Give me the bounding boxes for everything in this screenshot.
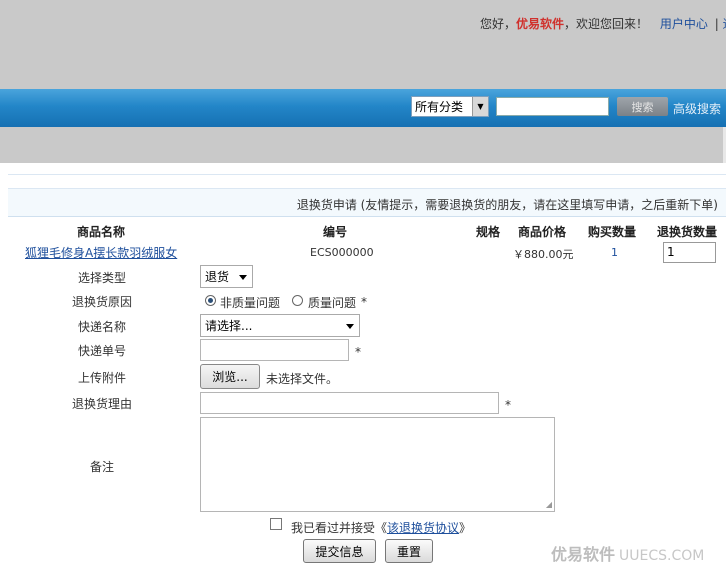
- tracking-input[interactable]: [200, 339, 349, 361]
- search-button[interactable]: 搜索: [617, 97, 668, 116]
- remark-label: 备注: [89, 460, 114, 474]
- agreement-link[interactable]: 该退换货协议: [387, 521, 459, 535]
- express-select[interactable]: 请选择...: [200, 314, 360, 337]
- required-mark: *: [505, 398, 511, 412]
- watermark-text: 优易软件: [551, 545, 616, 564]
- chevron-down-icon: [346, 323, 354, 329]
- category-select[interactable]: 所有分类 ▼: [411, 96, 489, 117]
- brand-name: 优易软件: [516, 17, 565, 31]
- chevron-down-icon: ▼: [472, 97, 488, 116]
- header-product-name: 商品名称: [77, 225, 126, 239]
- no-file-text: 未选择文件。: [266, 372, 339, 386]
- reason-text-label: 退换货理由: [71, 397, 132, 411]
- browse-button[interactable]: 浏览...: [200, 364, 260, 389]
- header-spec: 规格: [476, 225, 501, 239]
- agree-text: 我已看过并接受《该退换货协议》: [291, 519, 471, 536]
- type-label: 选择类型: [77, 271, 126, 285]
- nav-band: [0, 127, 726, 163]
- required-mark: *: [361, 295, 367, 309]
- header-separator: |: [714, 17, 719, 31]
- chevron-down-icon: [239, 274, 247, 280]
- search-input[interactable]: [496, 97, 609, 116]
- radio-non-quality-label: 非质量问题: [220, 296, 281, 310]
- express-label: 快递名称: [77, 320, 126, 334]
- watermark-domain: UUECS.COM: [619, 548, 705, 564]
- header-buy-qty: 购买数量: [588, 225, 637, 239]
- buy-quantity: 1: [611, 246, 618, 259]
- type-select[interactable]: 退货: [200, 265, 253, 288]
- agree-checkbox[interactable]: [270, 518, 282, 530]
- radio-quality[interactable]: [292, 295, 303, 306]
- greeting-prefix: 您好，: [480, 17, 517, 31]
- upload-label: 上传附件: [77, 371, 126, 385]
- watermark: 优易软件 UUECS.COM: [551, 541, 704, 565]
- agree-suffix: 》: [459, 521, 472, 535]
- return-quantity-input[interactable]: 1: [663, 242, 716, 263]
- top-header: 您好，优易软件，欢迎您回来！ 用户中心 | 退: [0, 0, 726, 89]
- user-center-link[interactable]: 用户中心: [660, 17, 708, 31]
- agree-prefix: 我已看过并接受《: [291, 521, 388, 535]
- table-row: 狐狸毛修身A摆长款羽绒服女: [25, 244, 177, 261]
- reset-button[interactable]: 重置: [385, 539, 433, 563]
- truncated-header-link[interactable]: 退: [723, 17, 726, 31]
- header-price: 商品价格: [518, 225, 567, 239]
- advanced-search-link[interactable]: 高级搜索: [673, 100, 721, 117]
- notice-text: 退换货申请 (友情提示，需要退换货的朋友，请在这里填写申请，之后重新下单): [296, 198, 718, 212]
- radio-non-quality[interactable]: [205, 295, 216, 306]
- type-value: 退货: [205, 270, 230, 284]
- header-code: 编号: [323, 225, 348, 239]
- required-mark: *: [355, 345, 361, 359]
- tracking-label: 快递单号: [77, 344, 126, 358]
- resize-grip-icon[interactable]: ◢: [546, 501, 552, 509]
- divider: [8, 174, 726, 175]
- product-code: ECS000000: [310, 246, 374, 259]
- express-value: 请选择...: [205, 319, 253, 333]
- search-bar: 所有分类 ▼ 搜索 高级搜索: [0, 89, 726, 127]
- submit-button[interactable]: 提交信息: [303, 539, 376, 563]
- remark-textarea[interactable]: ◢: [200, 417, 555, 512]
- product-link[interactable]: 狐狸毛修身A摆长款羽绒服女: [25, 246, 177, 260]
- greeting-suffix: ，欢迎您回来！: [564, 17, 649, 31]
- header-return-qty: 退换货数量: [657, 225, 718, 239]
- product-price: ￥880.00元: [513, 248, 574, 261]
- notice-bar: 退换货申请 (友情提示，需要退换货的朋友，请在这里填写申请，之后重新下单): [8, 189, 726, 217]
- reason-text-input[interactable]: [200, 392, 499, 414]
- reason-label: 退换货原因: [71, 295, 132, 309]
- category-value: 所有分类: [415, 100, 464, 114]
- radio-quality-label: 质量问题: [308, 296, 357, 310]
- greeting: 您好，优易软件，欢迎您回来！ 用户中心 | 退: [480, 15, 726, 32]
